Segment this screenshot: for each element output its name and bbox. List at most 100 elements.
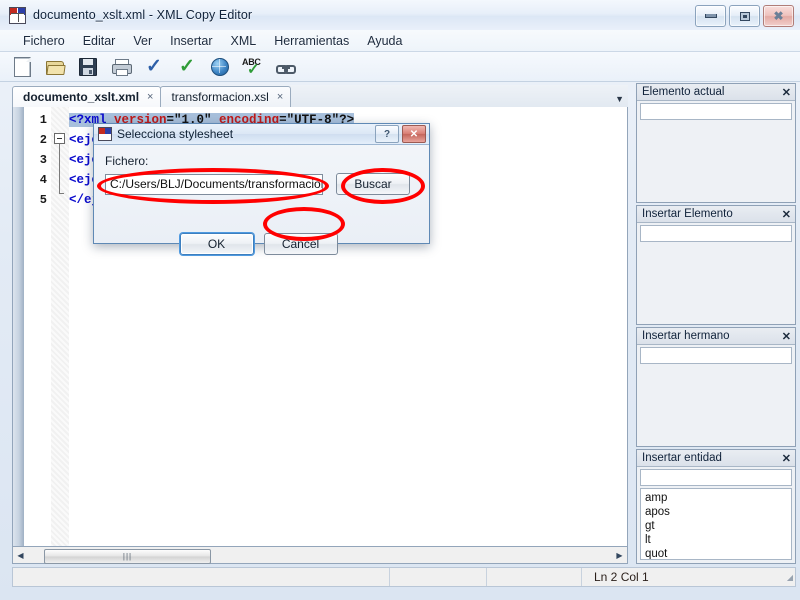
file-path-input[interactable]: C:/Users/BLJ/Documents/transformacion.xs…: [105, 173, 323, 195]
help-icon: ?: [383, 128, 391, 140]
panel-body: [637, 242, 795, 321]
ok-button[interactable]: OK: [179, 233, 254, 255]
tab-close-icon[interactable]: ×: [277, 91, 283, 103]
maximize-icon: [739, 11, 750, 21]
panel-header: Elemento actual ✕: [637, 84, 795, 101]
list-item[interactable]: lt: [645, 533, 791, 547]
insertar-elemento-input[interactable]: [640, 225, 792, 242]
fold-gutter[interactable]: [51, 107, 69, 546]
panel-title: Insertar hermano: [642, 330, 730, 342]
cursor-position-label: Ln 2 Col 1: [594, 570, 649, 584]
tab-label: documento_xslt.xml: [23, 90, 140, 104]
select-stylesheet-dialog: Selecciona stylesheet ? ✕ Fichero: C:/Us…: [93, 123, 430, 255]
line-number: 3: [39, 153, 47, 167]
menu-ver[interactable]: Ver: [124, 32, 161, 50]
right-sidebar: Elemento actual ✕ Insertar Elemento ✕ In…: [636, 83, 796, 564]
panel-close-icon[interactable]: ✕: [782, 452, 791, 465]
scrollbar-thumb[interactable]: |||: [44, 548, 211, 564]
dialog-close-button[interactable]: ✕: [402, 125, 426, 143]
check-validate-icon: ✓: [179, 56, 195, 77]
tab-label: transformacion.xsl: [171, 90, 269, 104]
resize-grip-icon[interactable]: ◢: [787, 573, 793, 582]
tab-transformacion-xsl[interactable]: transformacion.xsl ×: [160, 86, 292, 107]
file-field-label: Fichero:: [105, 154, 149, 168]
panel-title: Elemento actual: [642, 86, 725, 98]
panel-insertar-entidad: Insertar entidad ✕ amp apos gt lt quot: [636, 449, 796, 564]
print-button[interactable]: [108, 55, 134, 79]
validate-button[interactable]: ✓: [174, 55, 200, 79]
check-wellformed-icon: ✓: [146, 56, 162, 77]
dialog-window-controls: ? ✕: [375, 125, 429, 143]
list-item[interactable]: quot: [645, 547, 791, 559]
file-field-row: C:/Users/BLJ/Documents/transformacion.xs…: [105, 173, 418, 195]
status-bar: Ln 2 Col 1 ◢: [12, 567, 796, 587]
list-item[interactable]: apos: [645, 505, 791, 519]
browse-button[interactable]: Buscar: [336, 173, 410, 195]
toolbar: ✓ ✓ ABC ✓: [0, 52, 800, 82]
panel-insertar-elemento: Insertar Elemento ✕: [636, 205, 796, 325]
tab-close-icon[interactable]: ×: [147, 91, 153, 103]
entity-list[interactable]: amp apos gt lt quot: [640, 488, 792, 560]
menu-editar[interactable]: Editar: [74, 32, 125, 50]
tab-overflow-chevron-down-icon[interactable]: ▼: [615, 95, 624, 107]
new-document-button[interactable]: [9, 55, 35, 79]
line-number: 5: [39, 193, 47, 207]
menu-insertar[interactable]: Insertar: [161, 32, 221, 50]
line-number-gutter: 1 2 3 4 5: [24, 107, 51, 546]
line-number: 4: [39, 173, 47, 187]
panel-header: Insertar entidad ✕: [637, 450, 795, 467]
menu-ayuda[interactable]: Ayuda: [358, 32, 411, 50]
menu-fichero[interactable]: Fichero: [14, 32, 74, 50]
window-title: documento_xslt.xml - XML Copy Editor: [33, 8, 253, 22]
dialog-help-button[interactable]: ?: [375, 125, 399, 143]
tab-documento-xslt-xml[interactable]: documento_xslt.xml ×: [12, 86, 162, 107]
dialog-action-buttons: OK Cancel: [94, 233, 429, 255]
menu-herramientas[interactable]: Herramientas: [265, 32, 358, 50]
abc-spellcheck-icon: ABC ✓: [242, 56, 261, 78]
minimize-button[interactable]: [695, 5, 726, 27]
panel-body: [637, 364, 795, 443]
panel-close-icon[interactable]: ✕: [782, 330, 791, 343]
scroll-right-arrow-icon[interactable]: ▶: [612, 548, 627, 563]
link-icon: [276, 61, 296, 74]
preview-browser-button[interactable]: [207, 55, 233, 79]
menu-xml[interactable]: XML: [222, 32, 266, 50]
list-item[interactable]: gt: [645, 519, 791, 533]
list-item[interactable]: amp: [645, 491, 791, 505]
panel-title: Insertar Elemento: [642, 208, 733, 220]
insertar-hermano-input[interactable]: [640, 347, 792, 364]
menu-bar: Fichero Editar Ver Insertar XML Herramie…: [0, 30, 800, 52]
editor-horizontal-scrollbar[interactable]: ◀ ||| ▶: [12, 547, 628, 564]
close-button[interactable]: ✖: [763, 5, 794, 27]
spellcheck-button[interactable]: ABC ✓: [240, 55, 266, 79]
panel-close-icon[interactable]: ✕: [782, 208, 791, 221]
elemento-actual-input[interactable]: [640, 103, 792, 120]
link-button[interactable]: [273, 55, 299, 79]
fold-guide-line: [59, 144, 60, 194]
window-controls: ✖: [695, 5, 794, 27]
minimize-icon: [704, 14, 717, 18]
dialog-title: Selecciona stylesheet: [117, 127, 234, 141]
editor-margin-strip: [13, 107, 24, 546]
maximize-button[interactable]: [729, 5, 760, 27]
close-icon: ✖: [773, 9, 784, 23]
panel-title: Insertar entidad: [642, 452, 722, 464]
globe-preview-icon: [211, 57, 229, 76]
print-icon: [112, 59, 132, 76]
insertar-entidad-input[interactable]: [640, 469, 792, 486]
panel-close-icon[interactable]: ✕: [782, 86, 791, 99]
status-cursor-position: Ln 2 Col 1 ◢: [582, 570, 795, 584]
scroll-left-arrow-icon[interactable]: ◀: [13, 548, 28, 563]
dialog-body: Fichero: C:/Users/BLJ/Documents/transfor…: [94, 145, 429, 264]
fold-collapse-icon[interactable]: [54, 133, 65, 144]
scrollbar-track[interactable]: |||: [28, 548, 612, 564]
line-number: 2: [39, 133, 47, 147]
panel-header: Insertar Elemento ✕: [637, 206, 795, 223]
panel-insertar-hermano: Insertar hermano ✕: [636, 327, 796, 447]
save-file-button[interactable]: [75, 55, 101, 79]
check-wellformed-button[interactable]: ✓: [141, 55, 167, 79]
fold-guide-end: [59, 193, 64, 194]
cancel-button[interactable]: Cancel: [263, 233, 338, 255]
document-tab-bar: documento_xslt.xml × transformacion.xsl …: [12, 85, 628, 108]
open-file-button[interactable]: [42, 55, 68, 79]
